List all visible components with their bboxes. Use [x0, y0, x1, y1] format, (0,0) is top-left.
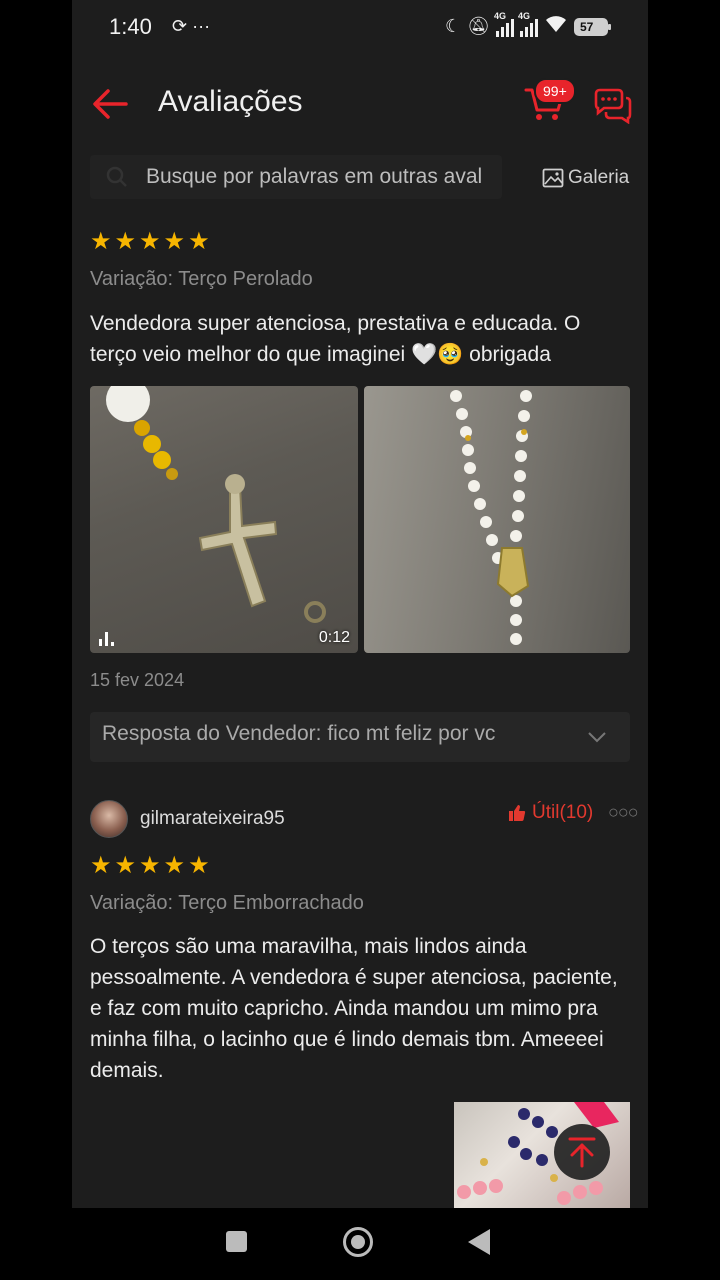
system-navigation-bar [0, 1208, 720, 1280]
image-icon [542, 168, 564, 188]
battery-icon: 57 [574, 17, 611, 36]
seller-reply-text: Resposta do Vendedor: fico mt feliz por … [102, 722, 496, 745]
gallery-button[interactable]: Galeria [542, 163, 629, 193]
chat-icon [594, 88, 632, 125]
rating-stars: ★ ★ ★ ★ ★ [90, 854, 210, 878]
review-variation: Variação: Terço Perolado [90, 268, 313, 290]
notification-icons: ⟳ ··· [172, 16, 211, 36]
cart-count-badge: 99+ [534, 78, 576, 104]
app-screen: 1:40 ⟳ ··· ☾ 🔕︎ 4G 4G 57 Avaliações 99+ … [72, 0, 648, 1208]
signal-icon-1: 4G [494, 11, 514, 37]
star-icon: ★ [114, 852, 137, 879]
top-bar: Avaliações 99+ [72, 70, 648, 140]
review-text: Vendedora super atenciosa, prestativa e … [90, 312, 581, 366]
rosary-pearls-image [450, 390, 532, 645]
search-icon [106, 166, 127, 187]
gallery-label: Galeria [568, 167, 630, 188]
video-duration: 0:12 [318, 629, 350, 646]
star-icon: ★ [163, 228, 186, 255]
chevron-down-icon [588, 732, 606, 743]
mute-icon: 🔕︎ [467, 16, 490, 36]
page-title: Avaliações [158, 85, 303, 118]
star-icon: ★ [90, 228, 112, 255]
chat-button[interactable] [592, 88, 632, 125]
rating-stars: ★ ★ ★ ★ ★ [90, 230, 210, 254]
reviewer-row: gilmarateixeira95 Útil(10) ○○○ [90, 800, 639, 840]
more-options-icon[interactable]: ○○○ [608, 802, 639, 823]
search-bar [90, 155, 502, 199]
signal-icon-2: 4G [518, 11, 538, 37]
star-icon: ★ [90, 852, 112, 879]
star-icon: ★ [163, 852, 186, 879]
seller-reply[interactable]: Resposta do Vendedor: fico mt feliz por … [90, 712, 630, 762]
arrow-up-icon [568, 1137, 596, 1168]
arrow-left-icon [93, 89, 128, 119]
helpful-button[interactable]: Útil(10) [508, 802, 593, 824]
moon-icon: ☾ [445, 16, 462, 36]
review-text: O terços são uma maravilha, mais lindos … [90, 935, 618, 1082]
status-bar: 1:40 ⟳ ··· ☾ 🔕︎ 4G 4G 57 [72, 0, 648, 56]
system-icons: ☾ 🔕︎ 4G 4G 57 [445, 11, 611, 39]
star-icon: ★ [139, 852, 161, 879]
star-icon: ★ [139, 228, 161, 255]
review-variation: Variação: Terço Emborrachado [90, 892, 364, 914]
search-input[interactable] [146, 155, 496, 199]
rosary-crucifix-image [106, 386, 326, 623]
stats-icon [99, 632, 114, 646]
review-photo[interactable] [364, 386, 630, 653]
scroll-to-top-button[interactable] [554, 1124, 610, 1180]
home-button[interactable] [343, 1227, 373, 1257]
star-icon: ★ [188, 228, 210, 255]
back-button[interactable] [90, 86, 130, 122]
thumbs-up-icon [509, 805, 526, 821]
reviewer-username: gilmarateixeira95 [140, 808, 285, 829]
recents-button[interactable] [226, 1231, 247, 1252]
helpful-label: Útil(10) [532, 802, 594, 823]
wifi-icon [544, 14, 568, 39]
star-icon: ★ [188, 852, 210, 879]
status-time: 1:40 [109, 14, 152, 39]
star-icon: ★ [114, 228, 137, 255]
review-date: 15 fev 2024 [90, 670, 185, 690]
review-video[interactable]: 0:12 [90, 386, 358, 653]
system-back-button[interactable] [468, 1229, 490, 1255]
avatar[interactable] [90, 800, 128, 838]
